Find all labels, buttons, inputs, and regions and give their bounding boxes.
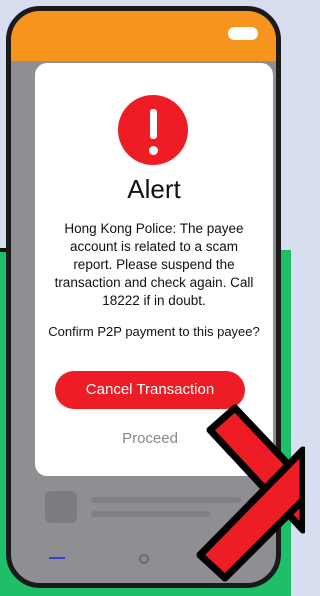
exclamation-icon (118, 95, 188, 165)
menu-icon[interactable] (49, 557, 65, 559)
placeholder-line (91, 511, 211, 517)
alert-title: Alert (127, 174, 181, 204)
home-icon[interactable] (139, 554, 149, 564)
confirm-question: Confirm P2P payment to this payee? (48, 324, 260, 339)
header-pill (228, 27, 258, 40)
app-header-bar (11, 11, 276, 61)
avatar (45, 491, 77, 523)
proceed-button[interactable]: Proceed (95, 427, 205, 451)
alert-message: Hong Kong Police: The payee account is r… (54, 221, 254, 308)
red-x-icon (196, 404, 305, 582)
